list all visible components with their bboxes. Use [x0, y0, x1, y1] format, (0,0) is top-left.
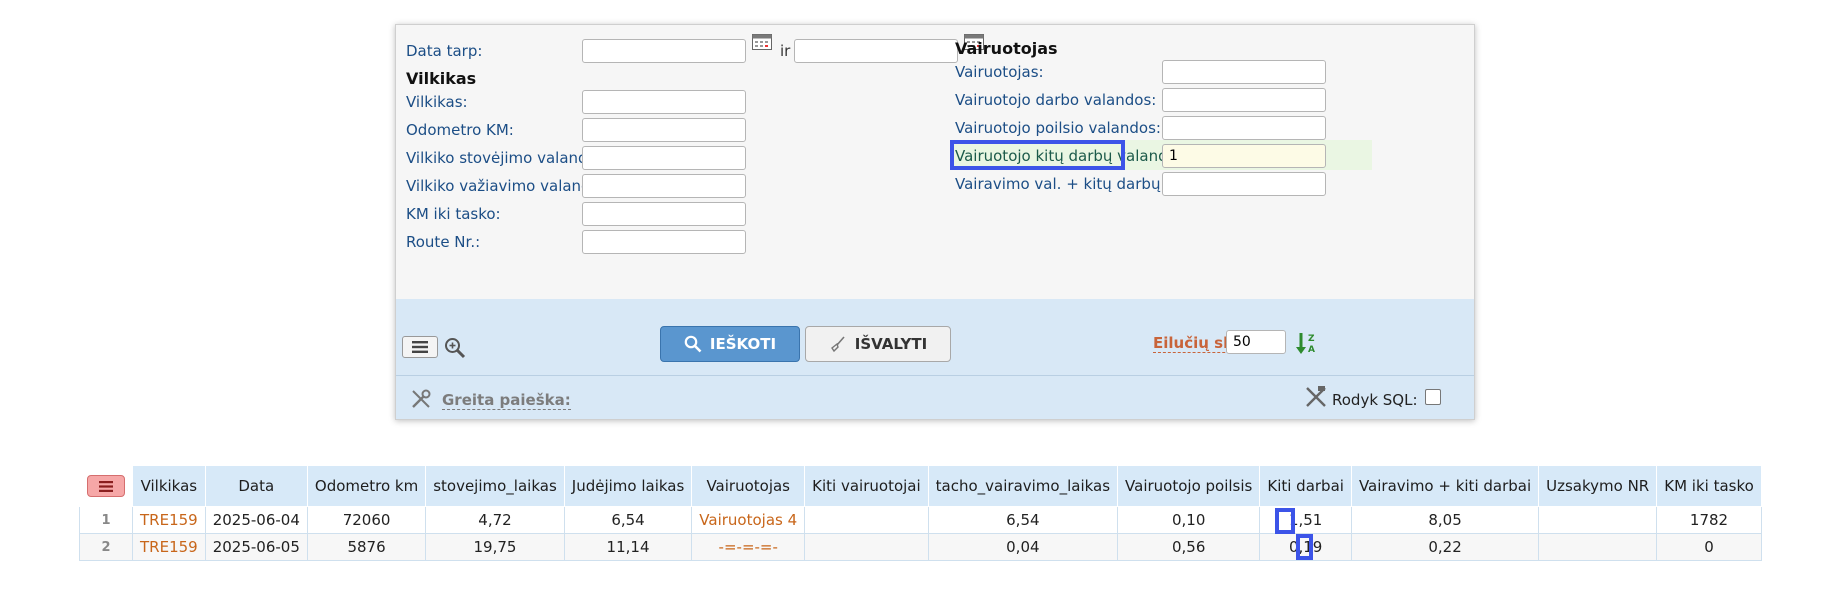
- date-joiner: ir: [780, 42, 791, 60]
- cell-order-number: [1538, 506, 1658, 534]
- odometer-label: Odometro KM:: [406, 121, 514, 139]
- show-sql-label: Rodyk SQL:: [1332, 391, 1418, 409]
- route-number-input[interactable]: [582, 230, 746, 254]
- date-from-input[interactable]: [582, 39, 746, 63]
- tools-icon: [412, 389, 431, 408]
- cell-driver-rest: 0,10: [1117, 506, 1261, 534]
- cell-tacho-driving-time: 0,04: [927, 533, 1119, 561]
- quick-search-link[interactable]: Greita paieška:: [442, 391, 571, 410]
- svg-text:Z: Z: [1308, 334, 1315, 344]
- svg-text:A: A: [1308, 345, 1315, 355]
- column-header-other-drivers[interactable]: Kiti vairuotojai: [804, 465, 929, 507]
- column-header-driver[interactable]: Vairuotojas: [691, 465, 806, 507]
- column-header-km-to-point[interactable]: KM iki tasko: [1656, 465, 1762, 507]
- cell-odometer: 5876: [306, 533, 427, 561]
- date-range-label: Data tarp:: [406, 42, 483, 60]
- cell-driving-plus-other: 0,22: [1350, 533, 1540, 561]
- km-to-point-label: KM iki tasko:: [406, 205, 501, 223]
- truck-parking-hours-label: Vilkiko stovėjimo valandos:: [406, 149, 610, 167]
- cell-other-drivers: [804, 533, 929, 561]
- cell-other-work: 0,19: [1259, 533, 1352, 561]
- column-header-tacho-driving-time[interactable]: tacho_vairavimo_laikas: [927, 465, 1119, 507]
- date-to-input[interactable]: [794, 39, 958, 63]
- hamburger-icon: [99, 480, 113, 492]
- cell-moving-time: 11,14: [563, 533, 693, 561]
- truck-label: Vilkikas:: [406, 93, 468, 111]
- hamburger-icon: [412, 341, 428, 353]
- column-header-parking-time[interactable]: stovejimo_laikas: [425, 465, 565, 507]
- km-to-point-input[interactable]: [582, 202, 746, 226]
- table-row[interactable]: 2 TRE159 2025-06-05 5876 19,75 11,14 -=-…: [79, 533, 1762, 561]
- action-divider: [396, 375, 1474, 376]
- sql-tools-icon: [1306, 386, 1326, 407]
- table-row[interactable]: 1 TRE159 2025-06-04 72060 4,72 6,54 Vair…: [79, 506, 1762, 534]
- column-header-driver-rest[interactable]: Vairuotojo poilsis: [1117, 465, 1261, 507]
- column-header-moving-time[interactable]: Judėjimo laikas: [563, 465, 693, 507]
- highlight-box: [1296, 534, 1314, 560]
- cell-date: 2025-06-04: [204, 506, 308, 534]
- highlight-box: [1275, 508, 1296, 534]
- cell-driving-plus-other: 8,05: [1350, 506, 1540, 534]
- column-header-odometer[interactable]: Odometro km: [306, 465, 427, 507]
- truck-section-title: Vilkikas: [406, 69, 477, 88]
- search-icon: [684, 335, 702, 353]
- truck-driving-hours-input[interactable]: [582, 174, 746, 198]
- odometer-input[interactable]: [582, 118, 746, 142]
- clear-button[interactable]: IŠVALYTI: [805, 326, 951, 362]
- route-number-label: Route Nr.:: [406, 233, 481, 251]
- sort-z-a-icon[interactable]: Z A: [1296, 331, 1318, 355]
- driver-link[interactable]: -=-=-=-: [691, 533, 806, 561]
- rows-count-input[interactable]: [1226, 330, 1286, 354]
- column-header-other-work[interactable]: Kiti darbai: [1259, 465, 1352, 507]
- cell-driver-rest: 0,56: [1117, 533, 1261, 561]
- driver-label: Vairuotojas:: [955, 63, 1044, 81]
- driver-section-title: Vairuotojas: [955, 39, 1058, 58]
- driver-other-work-hours-input[interactable]: [1162, 144, 1326, 168]
- column-header-truck[interactable]: Vilkikas: [132, 465, 206, 507]
- search-button[interactable]: IEŠKOTI: [660, 326, 800, 362]
- driver-rest-hours-label: Vairuotojo poilsio valandos:: [955, 119, 1161, 137]
- results-table: Vilkikas Data Odometro km stovejimo_laik…: [79, 465, 1762, 561]
- truck-parking-hours-input[interactable]: [582, 146, 746, 170]
- calendar-icon[interactable]: [752, 32, 772, 50]
- row-number: 1: [79, 506, 133, 534]
- filter-panel: Data tarp: ir Vilkikas Vilkikas: Odometr…: [395, 24, 1475, 420]
- cell-parking-time: 19,75: [425, 533, 565, 561]
- truck-link[interactable]: TRE159: [132, 533, 206, 561]
- row-number: 2: [79, 533, 133, 561]
- clear-button-label: IŠVALYTI: [854, 335, 928, 353]
- column-header-order-number[interactable]: Uzsakymo NR: [1538, 465, 1658, 507]
- highlight-box: [950, 140, 1125, 170]
- menu-button[interactable]: [402, 336, 438, 358]
- table-header-row: Vilkikas Data Odometro km stovejimo_laik…: [79, 465, 1762, 507]
- truck-link[interactable]: TRE159: [132, 506, 206, 534]
- zoom-in-icon[interactable]: [444, 337, 466, 359]
- cell-moving-time: 6,54: [563, 506, 693, 534]
- driving-plus-other-hours-input[interactable]: [1162, 172, 1326, 196]
- driving-plus-other-hours-label: Vairavimo val. + kitų darbų val.:: [955, 175, 1198, 193]
- driver-work-hours-label: Vairuotojo darbo valandos:: [955, 91, 1157, 109]
- cell-km-to-point: 1782: [1656, 506, 1762, 534]
- cell-other-drivers: [804, 506, 929, 534]
- cell-other-work: 1,51: [1259, 506, 1352, 534]
- driver-rest-hours-input[interactable]: [1162, 116, 1326, 140]
- show-sql-checkbox[interactable]: [1425, 389, 1441, 405]
- column-header-date[interactable]: Data: [204, 465, 308, 507]
- cell-odometer: 72060: [306, 506, 427, 534]
- cell-km-to-point: 0: [1656, 533, 1762, 561]
- broom-icon: [830, 336, 845, 353]
- cell-date: 2025-06-05: [204, 533, 308, 561]
- cell-tacho-driving-time: 6,54: [927, 506, 1119, 534]
- table-menu-button[interactable]: [87, 475, 125, 497]
- driver-link[interactable]: Vairuotojas 4: [691, 506, 806, 534]
- action-bar: IEŠKOTI IŠVALYTI Eilučių sk.: Z A Greita…: [396, 299, 1474, 419]
- column-header-driving-plus-other[interactable]: Vairavimo + kiti darbai: [1350, 465, 1540, 507]
- cell-parking-time: 4,72: [425, 506, 565, 534]
- table-menu-cell: [79, 465, 133, 507]
- driver-work-hours-input[interactable]: [1162, 88, 1326, 112]
- search-button-label: IEŠKOTI: [709, 335, 777, 353]
- driver-input[interactable]: [1162, 60, 1326, 84]
- cell-order-number: [1538, 533, 1658, 561]
- truck-input[interactable]: [582, 90, 746, 114]
